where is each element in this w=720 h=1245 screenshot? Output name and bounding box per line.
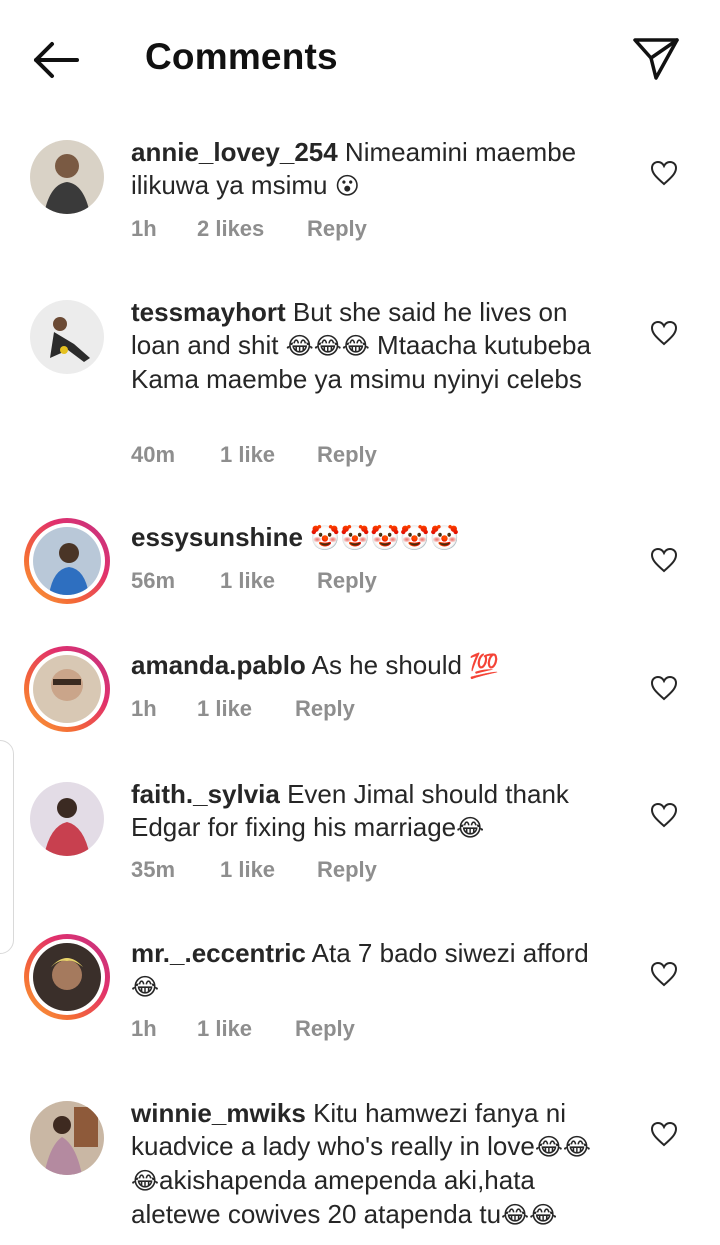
likes-count[interactable]: 1 like [220, 442, 275, 468]
reply-button[interactable]: Reply [295, 1016, 355, 1042]
emoji: 😂😂 [501, 1201, 558, 1229]
heart-outline-icon[interactable] [650, 320, 678, 346]
share-button[interactable] [630, 32, 682, 84]
comment-username[interactable]: annie_lovey_254 [131, 137, 338, 167]
comment-username[interactable]: mr._.eccentric [131, 938, 306, 968]
emoji: 😮 [334, 172, 360, 200]
likes-count[interactable]: 1 like [220, 568, 275, 594]
heart-outline-icon[interactable] [650, 961, 678, 987]
comment-text: mr._.eccentric Ata 7 bado siwezi afford … [131, 938, 589, 1001]
likes-count[interactable]: 1 like [197, 1016, 252, 1042]
emoji: 😂😂😂 [285, 332, 370, 360]
avatar[interactable] [30, 300, 104, 374]
header-bar: Comments [0, 0, 720, 116]
reply-button[interactable]: Reply [317, 442, 377, 468]
heart-outline-icon[interactable] [650, 675, 678, 701]
comment-time: 35m [131, 857, 176, 882]
comment-username[interactable]: essysunshine [131, 522, 303, 552]
emoji: 💯 [469, 652, 500, 680]
comment-text: essysunshine 🤡🤡🤡🤡🤡 [131, 521, 611, 555]
heart-outline-icon[interactable] [650, 160, 678, 186]
comment-time: 1h [131, 216, 157, 241]
reply-button[interactable]: Reply [307, 216, 367, 242]
comment-text: annie_lovey_254 Nimeamini maembe ilikuwa… [131, 137, 577, 200]
comment-time: 1h [131, 1016, 157, 1041]
side-panel-edge [0, 740, 14, 954]
page-title: Comments [145, 36, 338, 77]
reply-button[interactable]: Reply [295, 696, 355, 722]
arrow-left-icon [34, 42, 79, 78]
heart-outline-icon[interactable] [650, 802, 678, 828]
comment-username[interactable]: tessmayhort [131, 297, 286, 327]
comment-text: faith._sylvia Even Jimal should thank Ed… [131, 779, 569, 842]
comment-username[interactable]: faith._sylvia [131, 779, 280, 809]
avatar-story-ring[interactable] [24, 934, 110, 1020]
comment-time: 40m [131, 442, 176, 467]
emoji: 😂 [131, 973, 160, 1001]
reply-button[interactable]: Reply [317, 568, 377, 594]
avatar-story-ring[interactable] [24, 518, 110, 604]
comment-text: tessmayhort But she said he lives on loa… [131, 297, 591, 394]
avatar[interactable] [30, 140, 104, 214]
comment-text: winnie_mwiks Kitu hamwezi fanya ni kuadv… [131, 1098, 591, 1229]
avatar[interactable] [30, 1101, 104, 1175]
comment-username[interactable]: amanda.pablo [131, 650, 306, 680]
reply-button[interactable]: Reply [317, 857, 377, 883]
heart-outline-icon[interactable] [650, 1121, 678, 1147]
comment-username[interactable]: winnie_mwiks [131, 1098, 306, 1128]
back-button[interactable] [30, 38, 82, 82]
avatar[interactable] [30, 782, 104, 856]
heart-outline-icon[interactable] [650, 547, 678, 573]
likes-count[interactable]: 1 like [197, 696, 252, 722]
likes-count[interactable]: 2 likes [197, 216, 264, 242]
comment-text: amanda.pablo As he should 💯 [131, 650, 500, 680]
comment-time: 56m [131, 568, 176, 593]
likes-count[interactable]: 1 like [220, 857, 275, 883]
paper-plane-icon [633, 38, 679, 80]
avatar-story-ring[interactable] [24, 646, 110, 732]
emoji: 😂 [456, 814, 485, 842]
emoji: 🤡🤡🤡🤡🤡 [310, 524, 460, 552]
comment-time: 1h [131, 696, 157, 721]
